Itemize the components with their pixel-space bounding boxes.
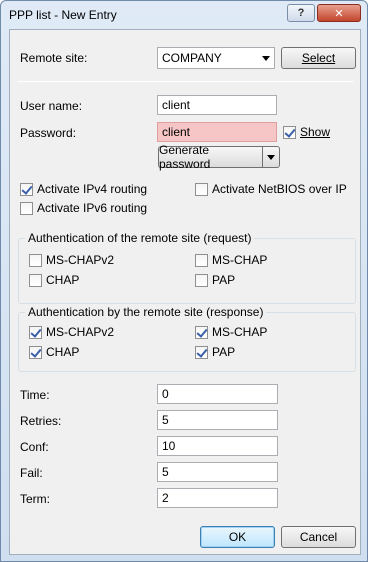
checkbox-box bbox=[195, 345, 208, 359]
retries-field[interactable]: 5 bbox=[157, 410, 278, 430]
checkbox-box bbox=[29, 253, 42, 267]
ok-button[interactable]: OK bbox=[200, 526, 275, 548]
checkbox-box bbox=[29, 273, 42, 287]
ipv4-routing-checkbox[interactable]: Activate IPv4 routing bbox=[20, 182, 147, 196]
checkbox-box bbox=[195, 273, 208, 287]
ipv6-routing-checkbox[interactable]: Activate IPv6 routing bbox=[20, 201, 147, 215]
title-bar[interactable]: PPP list - New Entry ? ✕ bbox=[1, 1, 367, 29]
checkbox-box bbox=[20, 182, 33, 196]
remote-site-label: Remote site: bbox=[20, 51, 88, 65]
chevron-down-icon bbox=[262, 56, 270, 61]
auth-response-group: Authentication by the remote site (respo… bbox=[18, 305, 356, 372]
help-button[interactable]: ? bbox=[287, 4, 315, 22]
password-label: Password: bbox=[20, 126, 77, 140]
dialog-window: PPP list - New Entry ? ✕ Remote site: CO… bbox=[0, 0, 368, 562]
time-label: Time: bbox=[20, 388, 50, 402]
separator bbox=[18, 81, 354, 82]
checkbox-box bbox=[29, 325, 42, 339]
response-pap-label: PAP bbox=[212, 345, 236, 359]
request-pap-checkbox[interactable]: PAP bbox=[195, 273, 235, 287]
request-pap-label: PAP bbox=[212, 273, 236, 287]
request-ms-chap-checkbox[interactable]: MS-CHAP bbox=[195, 253, 267, 267]
password-field[interactable]: client bbox=[157, 122, 277, 142]
request-ms-chap-label: MS-CHAP bbox=[212, 253, 268, 267]
response-ms-chap-label: MS-CHAP bbox=[212, 325, 268, 339]
request-chap-label: CHAP bbox=[46, 273, 80, 287]
conf-label: Conf: bbox=[20, 440, 49, 454]
remote-site-combo[interactable]: COMPANY bbox=[157, 47, 275, 69]
term-label: Term: bbox=[20, 492, 50, 506]
generate-password-label: Generate password bbox=[159, 143, 211, 171]
generate-password-button[interactable]: Generate password bbox=[158, 143, 262, 171]
remote-site-value: COMPANY bbox=[162, 51, 222, 65]
generate-password-dropdown[interactable] bbox=[262, 146, 280, 168]
response-chap-label: CHAP bbox=[46, 345, 80, 359]
ok-button-label: OK bbox=[228, 530, 247, 544]
response-ms-chap-checkbox[interactable]: MS-CHAP bbox=[195, 325, 267, 339]
user-name-label: User name: bbox=[20, 99, 83, 113]
select-button-label: Select bbox=[301, 51, 336, 65]
netbios-checkbox[interactable]: Activate NetBIOS over IP bbox=[195, 182, 347, 196]
ipv6-routing-label: Activate IPv6 routing bbox=[37, 201, 148, 215]
response-chap-checkbox[interactable]: CHAP bbox=[29, 345, 79, 359]
retries-label: Retries: bbox=[20, 414, 62, 428]
checkbox-box bbox=[195, 253, 208, 267]
checkbox-box bbox=[29, 345, 42, 359]
generate-password-split-button: Generate password bbox=[158, 143, 280, 171]
request-ms-chapv2-checkbox[interactable]: MS-CHAPv2 bbox=[29, 253, 114, 267]
select-button[interactable]: Select bbox=[281, 47, 356, 69]
netbios-label: Activate NetBIOS over IP bbox=[212, 182, 347, 196]
window-title: PPP list - New Entry bbox=[9, 8, 117, 22]
show-password-checkbox[interactable]: Show bbox=[283, 125, 330, 139]
cancel-button[interactable]: Cancel bbox=[281, 526, 356, 548]
auth-request-title: Authentication of the remote site (reque… bbox=[25, 231, 255, 245]
conf-field[interactable]: 10 bbox=[157, 436, 278, 456]
auth-request-group: Authentication of the remote site (reque… bbox=[18, 231, 356, 304]
dialog-body: Remote site: COMPANY Select User name: c… bbox=[9, 29, 361, 555]
response-ms-chapv2-checkbox[interactable]: MS-CHAPv2 bbox=[29, 325, 114, 339]
time-field[interactable]: 0 bbox=[157, 384, 278, 404]
request-chap-checkbox[interactable]: CHAP bbox=[29, 273, 79, 287]
checkbox-box bbox=[195, 325, 208, 339]
close-button[interactable]: ✕ bbox=[317, 4, 361, 22]
term-field[interactable]: 2 bbox=[157, 488, 278, 508]
fail-field[interactable]: 5 bbox=[157, 462, 278, 482]
cancel-button-label: Cancel bbox=[299, 530, 338, 544]
show-password-label: Show bbox=[300, 125, 331, 139]
ipv4-routing-label: Activate IPv4 routing bbox=[37, 182, 148, 196]
fail-label: Fail: bbox=[20, 466, 43, 480]
request-ms-chapv2-label: MS-CHAPv2 bbox=[46, 253, 115, 267]
checkbox-box bbox=[20, 201, 33, 215]
close-icon: ✕ bbox=[334, 7, 344, 20]
auth-response-title: Authentication by the remote site (respo… bbox=[25, 305, 267, 319]
response-ms-chapv2-label: MS-CHAPv2 bbox=[46, 325, 115, 339]
user-name-field[interactable]: client bbox=[157, 95, 277, 115]
checkbox-box bbox=[195, 182, 208, 196]
response-pap-checkbox[interactable]: PAP bbox=[195, 345, 235, 359]
checkbox-box bbox=[283, 125, 296, 139]
help-icon: ? bbox=[297, 7, 305, 19]
